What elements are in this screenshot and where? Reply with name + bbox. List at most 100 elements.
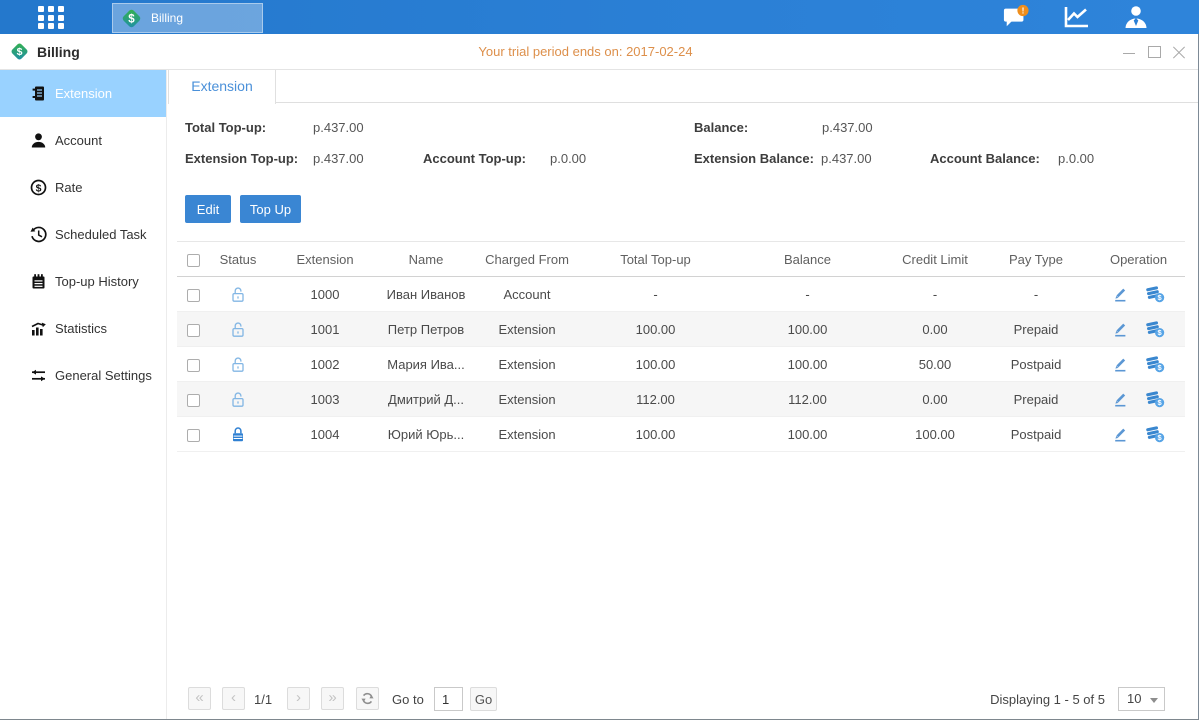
extension-icon <box>30 85 47 102</box>
extension-balance-value: p.437.00 <box>821 151 872 166</box>
trial-message: Your trial period ends on: 2017-02-24 <box>0 34 1171 70</box>
row-checkbox[interactable] <box>187 324 200 337</box>
cell-name: Дмитрий Д... <box>384 392 468 407</box>
cell-total-topup: 100.00 <box>586 322 725 337</box>
table-row: 1001Петр ПетровExtension100.00100.000.00… <box>177 312 1185 347</box>
account-balance-value: p.0.00 <box>1058 151 1094 166</box>
cell-extension: 1002 <box>266 357 384 372</box>
table-row: 1000Иван ИвановAccount----$ <box>177 277 1185 312</box>
cell-credit-limit: 0.00 <box>890 392 980 407</box>
cell-credit-limit: 50.00 <box>890 357 980 372</box>
edit-row-icon[interactable] <box>1112 355 1130 373</box>
minimize-button[interactable] <box>1122 45 1136 59</box>
topup-history-icon <box>30 273 47 290</box>
refresh-button[interactable] <box>356 687 379 710</box>
cell-extension: 1001 <box>266 322 384 337</box>
statistics-chart-icon[interactable] <box>1063 4 1089 30</box>
topup-row-icon[interactable]: $ <box>1145 355 1165 373</box>
extension-topup-value: p.437.00 <box>313 151 364 166</box>
sidebar-item-topup-history[interactable]: Top-up History <box>0 258 166 305</box>
unlocked-status-icon[interactable] <box>230 355 246 370</box>
table-row: 1004Юрий Юрь...Extension100.00100.00100.… <box>177 417 1185 452</box>
svg-text:!: ! <box>1022 5 1025 15</box>
topup-row-icon[interactable]: $ <box>1145 285 1165 303</box>
statistics-icon <box>30 320 47 337</box>
balance-label: Balance: <box>694 120 748 135</box>
svg-text:$: $ <box>36 182 42 194</box>
last-page-button[interactable]: » <box>321 687 344 710</box>
sidebar-item-extension[interactable]: Extension <box>0 70 166 117</box>
prev-page-button[interactable]: ‹ <box>222 687 245 710</box>
cell-pay-type: - <box>980 287 1092 302</box>
sidebar-item-rate[interactable]: $ Rate <box>0 164 166 211</box>
cell-name: Иван Иванов <box>384 287 468 302</box>
cell-name: Петр Петров <box>384 322 468 337</box>
row-checkbox[interactable] <box>187 429 200 442</box>
app-grid-icon[interactable] <box>38 6 67 30</box>
topup-row-icon[interactable]: $ <box>1145 320 1165 338</box>
sidebar-item-general-settings[interactable]: General Settings <box>0 352 166 399</box>
topup-row-icon[interactable]: $ <box>1145 390 1165 408</box>
edit-row-icon[interactable] <box>1112 425 1130 443</box>
sidebar-item-statistics[interactable]: Statistics <box>0 305 166 352</box>
unlocked-status-icon[interactable] <box>230 320 246 335</box>
page-indicator: 1/1 <box>254 692 272 707</box>
taskbar-tab-billing[interactable]: $ Billing <box>112 3 263 33</box>
cell-pay-type: Prepaid <box>980 392 1092 407</box>
balance-value: p.437.00 <box>822 120 873 135</box>
first-page-button[interactable]: « <box>188 687 211 710</box>
user-account-icon[interactable] <box>1123 4 1149 30</box>
row-checkbox[interactable] <box>187 289 200 302</box>
cell-balance: - <box>725 287 890 302</box>
extension-topup-label: Extension Top-up: <box>185 151 298 166</box>
cell-pay-type: Postpaid <box>980 427 1092 442</box>
goto-label: Go to <box>392 692 424 707</box>
cell-charged-from: Extension <box>468 357 586 372</box>
goto-page-input[interactable] <box>434 687 463 711</box>
next-page-button[interactable]: › <box>287 687 310 710</box>
cell-pay-type: Postpaid <box>980 357 1092 372</box>
taskbar-tab-label: Billing <box>151 11 183 25</box>
edit-row-icon[interactable] <box>1112 320 1130 338</box>
close-button[interactable] <box>1172 45 1186 59</box>
sidebar: Extension Account $ Rate Scheduled Task <box>0 70 167 720</box>
cell-balance: 100.00 <box>725 427 890 442</box>
row-checkbox[interactable] <box>187 394 200 407</box>
maximize-button[interactable] <box>1147 45 1161 59</box>
cell-credit-limit: 0.00 <box>890 322 980 337</box>
sidebar-item-account[interactable]: Account <box>0 117 166 164</box>
edit-button[interactable]: Edit <box>185 195 231 223</box>
cell-balance: 100.00 <box>725 322 890 337</box>
cell-charged-from: Account <box>468 287 586 302</box>
cell-extension: 1000 <box>266 287 384 302</box>
cell-name: Юрий Юрь... <box>384 427 468 442</box>
row-checkbox[interactable] <box>187 359 200 372</box>
titlebar: Your trial period ends on: 2017-02-24 $ … <box>0 34 1199 70</box>
unlocked-status-icon[interactable] <box>230 285 246 300</box>
billing-dollar-icon: $ <box>120 7 143 30</box>
topup-row-icon[interactable]: $ <box>1145 425 1165 443</box>
edit-row-icon[interactable] <box>1112 390 1130 408</box>
page-size-select[interactable]: 10 <box>1118 687 1165 711</box>
locked-status-icon[interactable] <box>230 425 246 440</box>
general-settings-icon <box>30 367 47 384</box>
main-content: Extension Total Top-up: p.437.00 Balance… <box>168 70 1199 720</box>
tab-extension[interactable]: Extension <box>168 70 276 104</box>
go-button[interactable]: Go <box>470 687 497 711</box>
edit-row-icon[interactable] <box>1112 285 1130 303</box>
sidebar-item-scheduled-task[interactable]: Scheduled Task <box>0 211 166 258</box>
top-up-button[interactable]: Top Up <box>240 195 301 223</box>
cell-charged-from: Extension <box>468 322 586 337</box>
cell-balance: 112.00 <box>725 392 890 407</box>
app-icon: $ <box>9 41 30 62</box>
extension-balance-label: Extension Balance: <box>694 151 814 166</box>
cell-credit-limit: - <box>890 287 980 302</box>
select-all-checkbox[interactable] <box>187 254 200 267</box>
cell-charged-from: Extension <box>468 392 586 407</box>
svg-text:$: $ <box>128 13 135 25</box>
dropdown-caret-icon <box>1150 698 1158 703</box>
unlocked-status-icon[interactable] <box>230 390 246 405</box>
account-icon <box>30 132 47 149</box>
cell-extension: 1004 <box>266 427 384 442</box>
notifications-icon[interactable]: ! <box>1003 4 1029 30</box>
